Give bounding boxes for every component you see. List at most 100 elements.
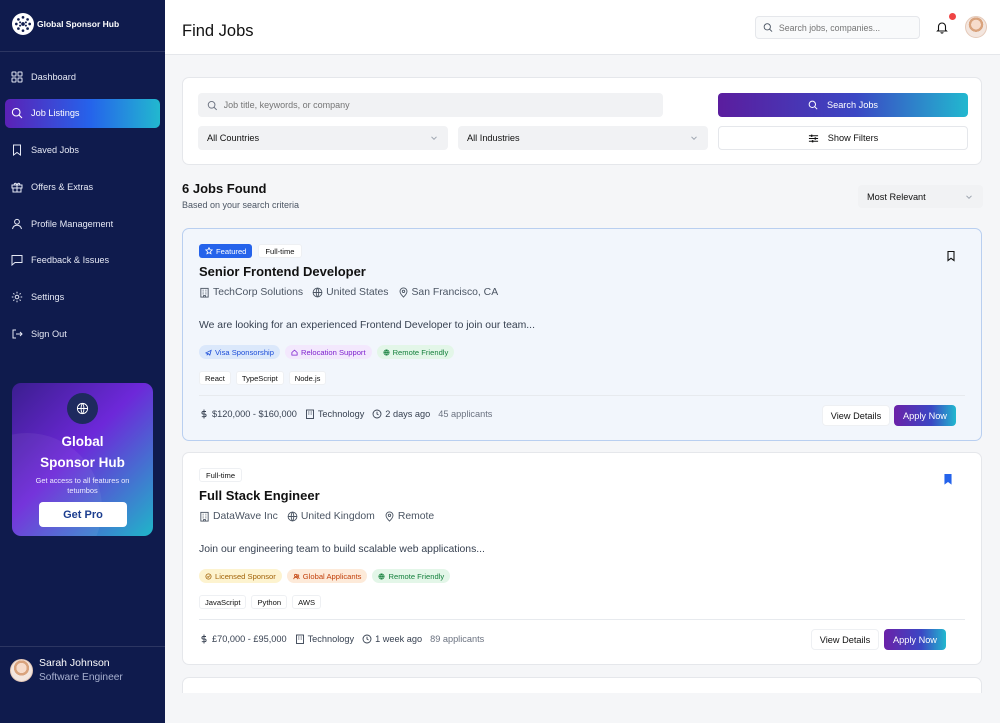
building-icon: [305, 409, 314, 419]
globe-icon: [383, 348, 390, 356]
user-name: Sarah Johnson: [39, 657, 110, 669]
dollar-icon: [201, 634, 207, 644]
show-filters-button[interactable]: Show Filters: [718, 126, 968, 150]
brand[interactable]: Global Sponsor Hub: [12, 13, 119, 35]
sign-out-icon: [11, 328, 23, 340]
plane-icon: [205, 349, 212, 356]
skill-tag: React: [199, 371, 231, 385]
bookmark-filled-icon[interactable]: [942, 473, 954, 485]
job-meta: DataWave Inc United Kingdom Remote: [199, 511, 434, 522]
clock-icon: [372, 409, 382, 419]
bell-icon[interactable]: [935, 20, 949, 34]
featured-label: Featured: [216, 246, 247, 256]
salary: $120,000 - $160,000: [212, 409, 297, 419]
job-card[interactable]: [182, 677, 982, 693]
perk-label: Licensed Sponsor: [215, 571, 276, 581]
job-search-field[interactable]: [198, 93, 663, 117]
sidebar-item-dashboard[interactable]: Dashboard: [5, 62, 160, 91]
job-footer-meta: $120,000 - $160,000 Technology 2 days ag…: [199, 409, 492, 419]
map-pin-icon: [385, 511, 394, 522]
job-title[interactable]: Senior Frontend Developer: [199, 264, 366, 279]
country-select-value: All Countries: [207, 133, 260, 143]
promo-description: Get access to all features on tetumbos: [35, 476, 130, 495]
message-icon: [11, 254, 23, 267]
applicant-count: 89 applicants: [430, 634, 485, 644]
sidebar-divider: [0, 51, 165, 52]
job-type-badge: Full-time: [258, 244, 302, 258]
job-card[interactable]: Full-time Full Stack Engineer DataWave I…: [182, 452, 982, 665]
industry: Technology: [307, 634, 355, 644]
apply-now-button[interactable]: Apply Now: [894, 405, 956, 426]
sidebar-item-saved-jobs[interactable]: Saved Jobs: [5, 136, 160, 165]
perk-label: Remote Friendly: [392, 347, 449, 357]
bookmark-icon[interactable]: [945, 250, 957, 262]
sort-select-value: Most Relevant: [867, 191, 926, 202]
map-pin-icon: [399, 287, 407, 298]
top-search[interactable]: [755, 16, 920, 39]
search-icon: [207, 100, 218, 110]
page-title: Find Jobs: [182, 22, 254, 40]
job-country: United Kingdom: [300, 511, 375, 522]
perk-label: Relocation Support: [300, 347, 366, 357]
users-icon: [293, 573, 300, 579]
globe-icon: [378, 572, 386, 580]
country-select[interactable]: All Countries: [198, 126, 448, 150]
job-country: United States: [326, 287, 389, 298]
sidebar-item-sign-out[interactable]: Sign Out: [5, 320, 160, 349]
card-divider: [199, 395, 965, 396]
sidebar-item-job-listings[interactable]: Job Listings: [5, 98, 160, 128]
bookmark-icon: [11, 144, 23, 157]
brand-name: Global Sponsor Hub: [37, 19, 120, 29]
avatar[interactable]: [965, 16, 987, 38]
promo-title-line1: Global: [61, 434, 104, 449]
user-icon: [11, 218, 23, 230]
posted-time: 1 week ago: [375, 634, 423, 644]
sidebar: Global Sponsor Hub Dashboard Job Listing…: [0, 0, 165, 723]
sidebar-item-label: Feedback & Issues: [31, 255, 110, 266]
perk-label: Remote Friendly: [388, 571, 445, 581]
star-icon: [205, 247, 213, 255]
dollar-icon: [201, 409, 207, 419]
results-subtitle: Based on your search criteria: [182, 200, 300, 210]
company-name: DataWave Inc: [213, 511, 278, 522]
skill-tag: JavaScript: [199, 595, 247, 609]
search-jobs-label: Search Jobs: [826, 100, 879, 110]
job-location: San Francisco, CA: [411, 287, 499, 298]
perk-label: Global Applicants: [302, 571, 362, 581]
gear-icon: [11, 291, 23, 303]
sidebar-item-offers[interactable]: Offers & Extras: [5, 172, 160, 201]
avatar: [10, 658, 33, 682]
apply-now-button[interactable]: Apply Now: [884, 629, 946, 650]
sidebar-item-profile[interactable]: Profile Management: [5, 209, 160, 238]
search-icon: [808, 100, 818, 110]
job-search-input[interactable]: [223, 100, 663, 110]
chevron-down-icon: [691, 136, 697, 141]
sidebar-divider: [0, 646, 165, 647]
building-icon: [200, 287, 209, 298]
skill-tag: Python: [251, 595, 288, 609]
industry: Technology: [317, 409, 365, 419]
job-card[interactable]: Featured Full-time Senior Frontend Devel…: [182, 228, 982, 441]
get-pro-button[interactable]: Get Pro: [39, 502, 127, 527]
top-header: Find Jobs: [165, 0, 1000, 55]
dashboard-icon: [11, 71, 23, 83]
clock-icon: [362, 634, 372, 644]
sidebar-item-settings[interactable]: Settings: [5, 283, 160, 312]
sort-select[interactable]: Most Relevant: [858, 185, 983, 208]
sidebar-item-label: Saved Jobs: [31, 145, 80, 156]
search-jobs-button[interactable]: Search Jobs: [718, 93, 968, 117]
sidebar-item-feedback[interactable]: Feedback & Issues: [5, 246, 160, 275]
job-meta: TechCorp Solutions United States San Fra…: [199, 287, 498, 298]
job-title[interactable]: Full Stack Engineer: [199, 488, 320, 503]
view-details-button[interactable]: View Details: [811, 629, 879, 650]
gift-icon: [11, 181, 23, 193]
industry-select[interactable]: All Industries: [458, 126, 708, 150]
perk-badge: Remote Friendly: [376, 345, 455, 359]
view-details-button[interactable]: View Details: [822, 405, 890, 426]
search-input[interactable]: [778, 22, 919, 33]
building-icon: [200, 511, 209, 522]
sidebar-item-label: Offers & Extras: [31, 181, 94, 192]
user-profile[interactable]: Sarah Johnson Software Engineer: [10, 657, 123, 683]
globe-icon: [312, 287, 323, 298]
perk-badge: Relocation Support: [284, 345, 372, 359]
